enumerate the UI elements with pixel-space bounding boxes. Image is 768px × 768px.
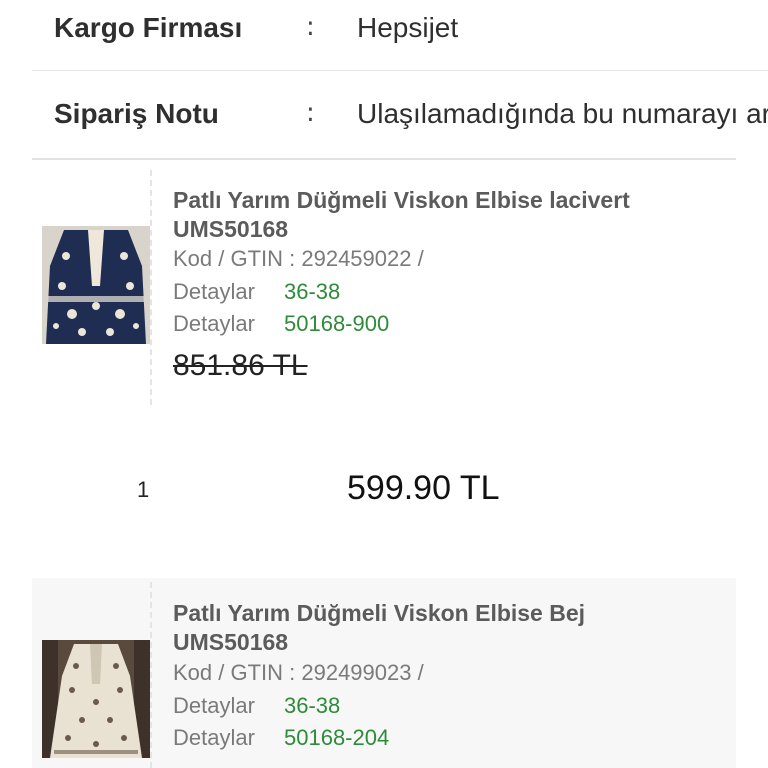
- order-note-colon: :: [306, 98, 315, 128]
- detail-label: Detaylar: [173, 725, 255, 750]
- order-note-row: Sipariş Notu : Ulaşılamadığında bu numar…: [0, 86, 768, 142]
- product-title[interactable]: Patlı Yarım Düğmeli Viskon Elbise Bej UM…: [173, 599, 733, 657]
- product-title-line2: UMS50168: [173, 629, 289, 655]
- detail-sku-value: 50168-204: [284, 725, 390, 750]
- dress-beige-image: [42, 640, 150, 758]
- detail-sku-value: 50168-900: [284, 311, 390, 336]
- cargo-company-row: Kargo Firması : Hepsijet: [0, 0, 768, 56]
- product-code: Kod / GTIN : 292459022 /: [173, 246, 424, 271]
- quantity: 1: [137, 477, 150, 502]
- cargo-company-value: Hepsijet: [357, 12, 459, 43]
- separator: [150, 170, 152, 405]
- product-title-line2: UMS50168: [173, 216, 289, 242]
- cargo-company-colon: :: [306, 12, 315, 42]
- divider: [32, 70, 768, 71]
- cargo-company-label: Kargo Firması: [54, 12, 243, 43]
- divider: [32, 158, 736, 160]
- product-thumbnail[interactable]: [42, 640, 150, 758]
- product-title-line1: Patlı Yarım Düğmeli Viskon Elbise lacive…: [173, 187, 630, 213]
- product-code: Kod / GTIN : 292499023 /: [173, 660, 424, 685]
- product-thumbnail[interactable]: [42, 226, 150, 344]
- product-title-line1: Patlı Yarım Düğmeli Viskon Elbise Bej: [173, 600, 586, 626]
- order-note-label: Sipariş Notu: [54, 98, 219, 129]
- product-title[interactable]: Patlı Yarım Düğmeli Viskon Elbise lacive…: [173, 186, 733, 244]
- detail-label: Detaylar: [173, 279, 255, 304]
- detail-size-value: 36-38: [284, 693, 341, 718]
- detail-label: Detaylar: [173, 693, 255, 718]
- product-price: 599.90 TL: [347, 469, 500, 507]
- old-price: 851.86 TL: [173, 349, 308, 382]
- separator: [150, 582, 152, 768]
- dress-navy-image: [42, 226, 150, 344]
- order-note-value: Ulaşılamadığında bu numarayı ara: [357, 98, 768, 129]
- detail-label: Detaylar: [173, 311, 255, 336]
- detail-size-value: 36-38: [284, 279, 341, 304]
